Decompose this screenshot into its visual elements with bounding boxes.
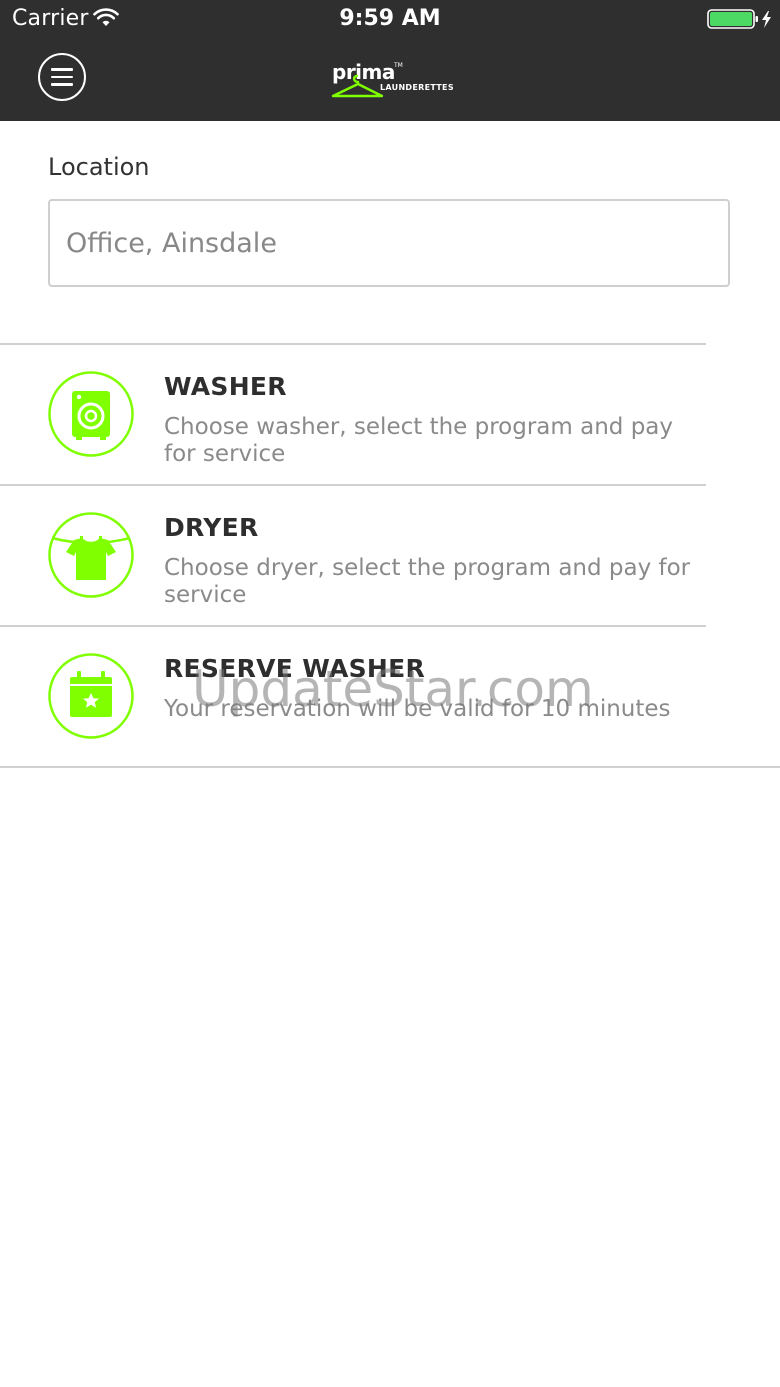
nav-bar: prima TM LAUNDERETTES [0, 40, 780, 121]
battery-icon [707, 9, 771, 29]
dryer-title: DRYER [164, 513, 259, 542]
location-label: Location [48, 153, 150, 181]
reserve-washer-title: RESERVE WASHER [164, 654, 426, 683]
status-bar: Carrier 9:59 AM [0, 0, 780, 40]
prima-logo: prima TM LAUNDERETTES [330, 60, 454, 100]
calendar-star-icon [48, 653, 134, 739]
app-screen: Carrier 9:59 AM prima TM LAUNDERETTES Lo… [0, 0, 780, 1387]
reserve-washer-description: Your reservation will be valid for 10 mi… [164, 696, 671, 722]
washing-machine-icon [48, 371, 134, 457]
location-input[interactable] [48, 199, 730, 287]
logo-trademark: TM [394, 62, 403, 69]
app-header: Carrier 9:59 AM prima TM LAUNDERETTES [0, 0, 780, 121]
menu-item-reserve-washer[interactable]: RESERVE WASHER Your reservation will be … [0, 626, 780, 767]
menu-button[interactable] [38, 53, 86, 101]
menu-item-dryer[interactable]: DRYER Choose dryer, select the program a… [0, 485, 780, 626]
washer-description: Choose washer, select the program and pa… [164, 414, 673, 467]
menu-item-washer[interactable]: WASHER Choose washer, select the program… [0, 344, 780, 485]
divider [0, 766, 780, 768]
status-time: 9:59 AM [339, 6, 441, 31]
tshirt-clothesline-icon [48, 512, 134, 598]
hanger-icon [331, 74, 384, 98]
logo-subtitle: LAUNDERETTES [380, 83, 454, 92]
dryer-description: Choose dryer, select the program and pay… [164, 555, 691, 608]
washer-title: WASHER [164, 372, 287, 401]
